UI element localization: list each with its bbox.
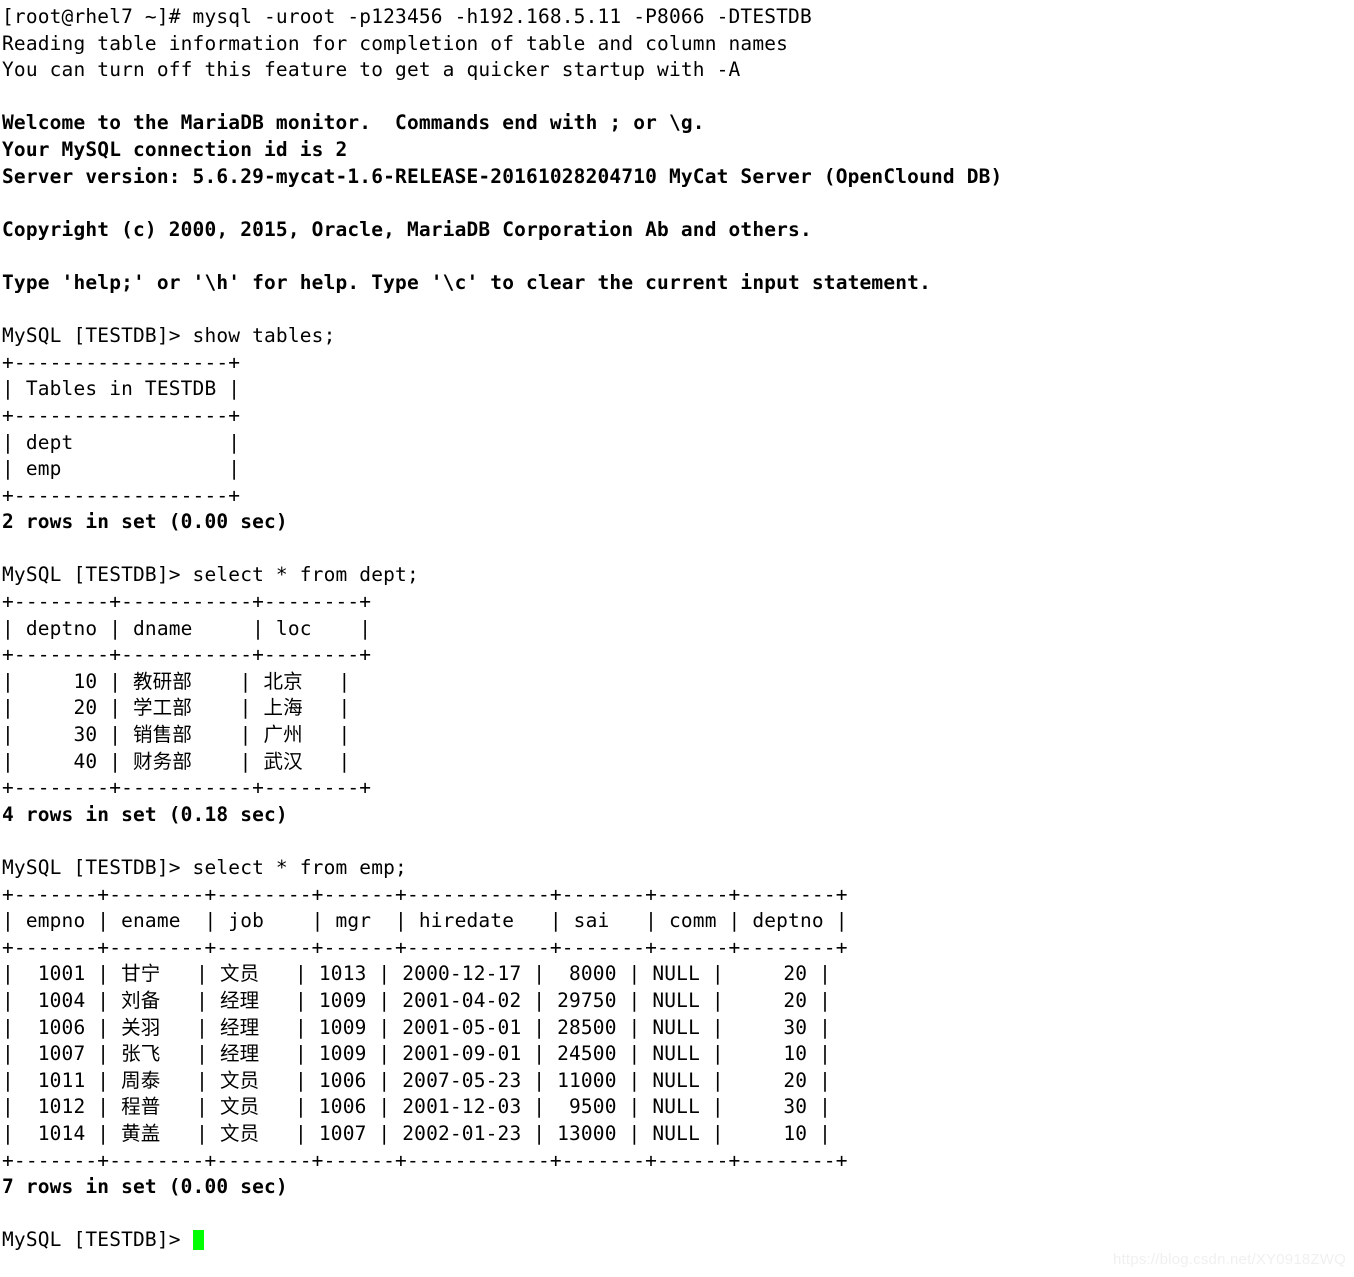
terminal-line-text: | 1012 | 程普 | 文员 | 1006 | 2001-12-03 | 9… — [2, 1095, 832, 1119]
terminal-window[interactable]: [root@rhel7 ~]# mysql -uroot -p123456 -h… — [0, 0, 1354, 1277]
terminal-line-emp-border-top: +-------+--------+--------+------+------… — [2, 882, 1354, 909]
terminal-line-dept-row-4: | 40 | 财务部 | 武汉 | — [2, 749, 1354, 776]
terminal-line-emp-border-bot: +-------+--------+--------+------+------… — [2, 1148, 1354, 1175]
terminal-line-blank-4 — [2, 297, 1354, 324]
terminal-line-emp-row-7: | 1014 | 黄盖 | 文员 | 1007 | 2002-01-23 | 1… — [2, 1121, 1354, 1148]
terminal-line-text: Welcome to the MariaDB monitor. Commands… — [2, 111, 705, 135]
terminal-line-welcome-banner: Welcome to the MariaDB monitor. Commands… — [2, 110, 1354, 137]
terminal-line-blank-3 — [2, 243, 1354, 270]
terminal-line-help-hint: Type 'help;' or '\h' for help. Type '\c'… — [2, 270, 1354, 297]
terminal-line-text: 4 rows in set (0.18 sec) — [2, 802, 288, 826]
text-cursor — [192, 1230, 205, 1251]
terminal-line-text: +--------+-----------+--------+ — [2, 776, 372, 800]
terminal-line-reading-table-info: Reading table information for completion… — [2, 31, 1354, 58]
terminal-line-text: | 20 | 学工部 | 上海 | — [2, 696, 351, 720]
terminal-line-dept-row-1: | 10 | 教研部 | 北京 | — [2, 669, 1354, 696]
terminal-line-prompt-select-emp: MySQL [TESTDB]> select * from emp; — [2, 855, 1354, 882]
terminal-line-tables-row-dept: | dept | — [2, 430, 1354, 457]
terminal-line-emp-row-1: | 1001 | 甘宁 | 文员 | 1013 | 2000-12-17 | 8… — [2, 961, 1354, 988]
terminal-line-text: +-------+--------+--------+------+------… — [2, 935, 848, 959]
terminal-line-dept-row-3: | 30 | 销售部 | 广州 | — [2, 722, 1354, 749]
terminal-line-emp-rowcount: 7 rows in set (0.00 sec) — [2, 1174, 1354, 1201]
terminal-line-blank-1 — [2, 84, 1354, 111]
terminal-line-tables-border-top: +------------------+ — [2, 350, 1354, 377]
terminal-line-final-prompt: MySQL [TESTDB]> — [2, 1227, 1354, 1254]
terminal-line-text: | 1011 | 周泰 | 文员 | 1006 | 2007-05-23 | 1… — [2, 1068, 832, 1092]
terminal-line-text: | empno | ename | job | mgr | hiredate |… — [2, 909, 848, 933]
terminal-line-text: +-------+--------+--------+------+------… — [2, 1148, 848, 1172]
terminal-line-text: | emp | — [2, 457, 241, 481]
terminal-line-text — [2, 298, 14, 321]
terminal-line-tables-border-mid: +------------------+ — [2, 403, 1354, 430]
terminal-line-emp-row-6: | 1012 | 程普 | 文员 | 1006 | 2001-12-03 | 9… — [2, 1094, 1354, 1121]
terminal-line-text: +--------+-----------+--------+ — [2, 643, 372, 667]
terminal-line-text: | 1001 | 甘宁 | 文员 | 1013 | 2000-12-17 | 8… — [2, 962, 832, 986]
terminal-line-text: | 10 | 教研部 | 北京 | — [2, 669, 351, 693]
terminal-line-text: MySQL [TESTDB]> show tables; — [2, 324, 336, 348]
terminal-line-text: +------------------+ — [2, 483, 241, 507]
terminal-line-text: MySQL [TESTDB]> select * from emp; — [2, 856, 407, 879]
terminal-line-text — [2, 1202, 14, 1225]
terminal-line-dept-border-mid: +--------+-----------+--------+ — [2, 642, 1354, 669]
terminal-line-text: 7 rows in set (0.00 sec) — [2, 1175, 288, 1199]
terminal-line-shell-command: [root@rhel7 ~]# mysql -uroot -p123456 -h… — [2, 4, 1354, 31]
terminal-line-text: | deptno | dname | loc | — [2, 616, 372, 640]
terminal-line-tables-border-bot: +------------------+ — [2, 483, 1354, 510]
terminal-line-text — [2, 244, 14, 267]
terminal-line-tables-rowcount: 2 rows in set (0.00 sec) — [2, 509, 1354, 536]
terminal-line-server-version: Server version: 5.6.29-mycat-1.6-RELEASE… — [2, 164, 1354, 191]
terminal-line-prompt-select-dept: MySQL [TESTDB]> select * from dept; — [2, 562, 1354, 589]
terminal-line-tables-header: | Tables in TESTDB | — [2, 376, 1354, 403]
terminal-line-text: | 1007 | 张飞 | 经理 | 1009 | 2001-09-01 | 2… — [2, 1042, 832, 1066]
terminal-line-text: +------------------+ — [2, 403, 241, 427]
terminal-line-blank-6 — [2, 828, 1354, 855]
terminal-line-blank-7 — [2, 1201, 1354, 1228]
terminal-line-text: | 1014 | 黄盖 | 文员 | 1007 | 2002-01-23 | 1… — [2, 1121, 832, 1145]
terminal-line-dept-border-top: +--------+-----------+--------+ — [2, 589, 1354, 616]
terminal-line-blank-5 — [2, 536, 1354, 563]
terminal-line-text: 2 rows in set (0.00 sec) — [2, 510, 288, 534]
terminal-line-dept-row-2: | 20 | 学工部 | 上海 | — [2, 695, 1354, 722]
terminal-line-text: | 40 | 财务部 | 武汉 | — [2, 749, 351, 773]
terminal-line-connection-id: Your MySQL connection id is 2 — [2, 137, 1354, 164]
terminal-line-emp-row-4: | 1007 | 张飞 | 经理 | 1009 | 2001-09-01 | 2… — [2, 1041, 1354, 1068]
terminal-line-text — [2, 829, 14, 852]
terminal-line-turn-off-hint: You can turn off this feature to get a q… — [2, 57, 1354, 84]
terminal-line-text: +-------+--------+--------+------+------… — [2, 882, 848, 906]
watermark: https://blog.csdn.net/XY0918ZWQ — [1113, 1251, 1346, 1268]
terminal-line-dept-border-bot: +--------+-----------+--------+ — [2, 775, 1354, 802]
terminal-line-emp-row-5: | 1011 | 周泰 | 文员 | 1006 | 2007-05-23 | 1… — [2, 1068, 1354, 1095]
terminal-line-prompt-show-tables: MySQL [TESTDB]> show tables; — [2, 323, 1354, 350]
terminal-line-text: MySQL [TESTDB]> — [2, 1228, 193, 1252]
terminal-line-copyright: Copyright (c) 2000, 2015, Oracle, MariaD… — [2, 217, 1354, 244]
terminal-line-text: | dept | — [2, 430, 241, 454]
terminal-line-text: Type 'help;' or '\h' for help. Type '\c'… — [2, 270, 931, 294]
terminal-line-text: You can turn off this feature to get a q… — [2, 58, 741, 82]
terminal-line-text: Server version: 5.6.29-mycat-1.6-RELEASE… — [2, 164, 1003, 188]
terminal-line-text: | 30 | 销售部 | 广州 | — [2, 723, 351, 747]
terminal-line-text — [2, 191, 14, 214]
terminal-line-text: +------------------+ — [2, 350, 241, 374]
terminal-line-emp-row-3: | 1006 | 关羽 | 经理 | 1009 | 2001-05-01 | 2… — [2, 1015, 1354, 1042]
terminal-line-text: | 1006 | 关羽 | 经理 | 1009 | 2001-05-01 | 2… — [2, 1015, 832, 1039]
terminal-line-text: Your MySQL connection id is 2 — [2, 137, 348, 161]
terminal-line-text: | 1004 | 刘备 | 经理 | 1009 | 2001-04-02 | 2… — [2, 988, 832, 1012]
terminal-output: [root@rhel7 ~]# mysql -uroot -p123456 -h… — [2, 4, 1354, 1254]
terminal-line-text — [2, 85, 14, 108]
terminal-line-dept-header: | deptno | dname | loc | — [2, 616, 1354, 643]
terminal-line-text: Reading table information for completion… — [2, 31, 789, 55]
terminal-line-text: | Tables in TESTDB | — [2, 377, 241, 401]
terminal-line-blank-2 — [2, 190, 1354, 217]
terminal-line-text: +--------+-----------+--------+ — [2, 590, 372, 614]
terminal-line-text: Copyright (c) 2000, 2015, Oracle, MariaD… — [2, 217, 812, 241]
terminal-line-dept-rowcount: 4 rows in set (0.18 sec) — [2, 802, 1354, 829]
terminal-line-emp-header: | empno | ename | job | mgr | hiredate |… — [2, 908, 1354, 935]
terminal-line-emp-border-mid: +-------+--------+--------+------+------… — [2, 935, 1354, 962]
terminal-line-emp-row-2: | 1004 | 刘备 | 经理 | 1009 | 2001-04-02 | 2… — [2, 988, 1354, 1015]
terminal-line-tables-row-emp: | emp | — [2, 456, 1354, 483]
terminal-line-text: MySQL [TESTDB]> select * from dept; — [2, 563, 419, 587]
terminal-line-text: [root@rhel7 ~]# mysql -uroot -p123456 -h… — [2, 5, 812, 28]
terminal-line-text — [2, 537, 14, 560]
